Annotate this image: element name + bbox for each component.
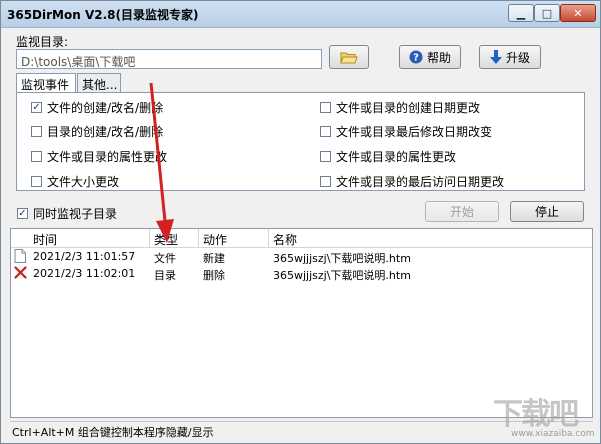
- col-header-name[interactable]: 名称: [273, 231, 297, 248]
- col-header-time[interactable]: 时间: [33, 231, 57, 248]
- checkbox-icon[interactable]: [320, 102, 331, 113]
- window-title: 365DirMon V2.8(目录监视专家): [7, 8, 199, 22]
- start-label: 开始: [449, 205, 474, 219]
- upgrade-label: 升级: [505, 50, 530, 65]
- event-file-size-change[interactable]: 文件大小更改: [31, 173, 119, 190]
- checkbox-checked-icon[interactable]: ✓: [31, 102, 42, 113]
- row-name: 365wjjjszj\下载吧说明.htm: [273, 269, 411, 282]
- checkbox-icon[interactable]: [320, 176, 331, 187]
- monitor-dir-label: 监视目录:: [16, 35, 69, 49]
- list-header: 时间 类型 动作 名称: [11, 229, 592, 248]
- row-action: 删除: [203, 269, 225, 282]
- app-window: 365DirMon V2.8(目录监视专家) ▁ □ ✕ 监视目录: D:\to…: [0, 0, 601, 444]
- row-action: 新建: [203, 252, 225, 265]
- checkbox-checked-icon[interactable]: ✓: [17, 208, 28, 219]
- svg-text:?: ?: [413, 53, 419, 64]
- close-button[interactable]: ✕: [560, 4, 596, 22]
- event-label: 文件大小更改: [47, 175, 120, 189]
- event-label: 文件或目录的属性更改: [336, 150, 457, 164]
- tab-monitor-events-label: 监视事件: [21, 78, 70, 92]
- monitor-subdirs-label: 同时监视子目录: [33, 207, 118, 221]
- tab-monitor-events[interactable]: 监视事件: [16, 73, 76, 94]
- help-icon: ?: [409, 50, 423, 64]
- row-type: 目录: [154, 269, 176, 282]
- table-row[interactable]: 2021/2/3 11:02:01 目录 删除 365wjjjszj\下载吧说明…: [11, 266, 592, 282]
- watermark-logo: 下载吧: [493, 397, 579, 432]
- maximize-icon: □: [541, 6, 553, 20]
- col-header-action[interactable]: 动作: [203, 231, 227, 248]
- event-label: 文件或目录的最后访问日期更改: [336, 175, 505, 189]
- row-time: 2021/2/3 11:02:01: [33, 267, 136, 280]
- stop-label: 停止: [534, 205, 559, 219]
- col-separator[interactable]: [268, 229, 269, 247]
- monitor-subdirs-option[interactable]: ✓ 同时监视子目录: [17, 205, 117, 222]
- checkbox-icon[interactable]: [320, 151, 331, 162]
- event-access-date-change[interactable]: 文件或目录的最后访问日期更改: [320, 173, 504, 190]
- row-type: 文件: [154, 252, 176, 265]
- upgrade-button[interactable]: 升级: [479, 45, 541, 69]
- minimize-button[interactable]: ▁: [508, 4, 534, 22]
- monitor-path-value: D:\tools\桌面\下载吧: [21, 55, 136, 69]
- minimize-icon: ▁: [516, 6, 526, 20]
- checkbox-icon[interactable]: [31, 176, 42, 187]
- annotation-arrow: [149, 82, 174, 243]
- title-bar[interactable]: 365DirMon V2.8(目录监视专家) ▁ □ ✕: [1, 1, 600, 28]
- arrow-down-icon: [489, 50, 502, 64]
- close-icon: ✕: [573, 6, 583, 20]
- maximize-button[interactable]: □: [534, 4, 560, 22]
- monitor-path-input[interactable]: D:\tools\桌面\下载吧: [16, 49, 322, 69]
- watermark-url: www.xiazaiba.com: [511, 429, 595, 439]
- events-panel: ✓ 文件的创建/改名/删除 目录的创建/改名/删除 文件或目录的属性更改 文件大…: [16, 92, 585, 191]
- event-create-date-change[interactable]: 文件或目录的创建日期更改: [320, 99, 480, 116]
- folder-open-icon: [340, 52, 358, 64]
- event-label: 文件或目录的创建日期更改: [336, 101, 481, 115]
- status-text: Ctrl+Alt+M 组合键控制本程序隐藏/显示: [12, 426, 214, 439]
- event-attr-change-right[interactable]: 文件或目录的属性更改: [320, 148, 456, 165]
- checkbox-icon[interactable]: [31, 126, 42, 137]
- start-button[interactable]: 开始: [425, 201, 499, 222]
- browse-folder-button[interactable]: [329, 45, 369, 69]
- row-time: 2021/2/3 11:01:57: [33, 250, 136, 263]
- event-modify-date-change[interactable]: 文件或目录最后修改日期改变: [320, 123, 492, 140]
- tab-other[interactable]: 其他...: [77, 73, 121, 93]
- tab-other-label: 其他...: [82, 78, 118, 92]
- file-icon: [14, 249, 26, 266]
- table-row[interactable]: 2021/2/3 11:01:57 文件 新建 365wjjjszj\下载吧说明…: [11, 249, 592, 265]
- delete-x-icon: [14, 266, 27, 282]
- checkbox-icon[interactable]: [320, 126, 331, 137]
- stop-button[interactable]: 停止: [510, 201, 584, 222]
- row-name: 365wjjjszj\下载吧说明.htm: [273, 252, 411, 265]
- help-button[interactable]: ? 帮助: [399, 45, 461, 69]
- event-label: 文件或目录最后修改日期改变: [336, 125, 493, 139]
- checkbox-icon[interactable]: [31, 151, 42, 162]
- help-label: 帮助: [426, 50, 451, 65]
- col-separator[interactable]: [198, 229, 199, 247]
